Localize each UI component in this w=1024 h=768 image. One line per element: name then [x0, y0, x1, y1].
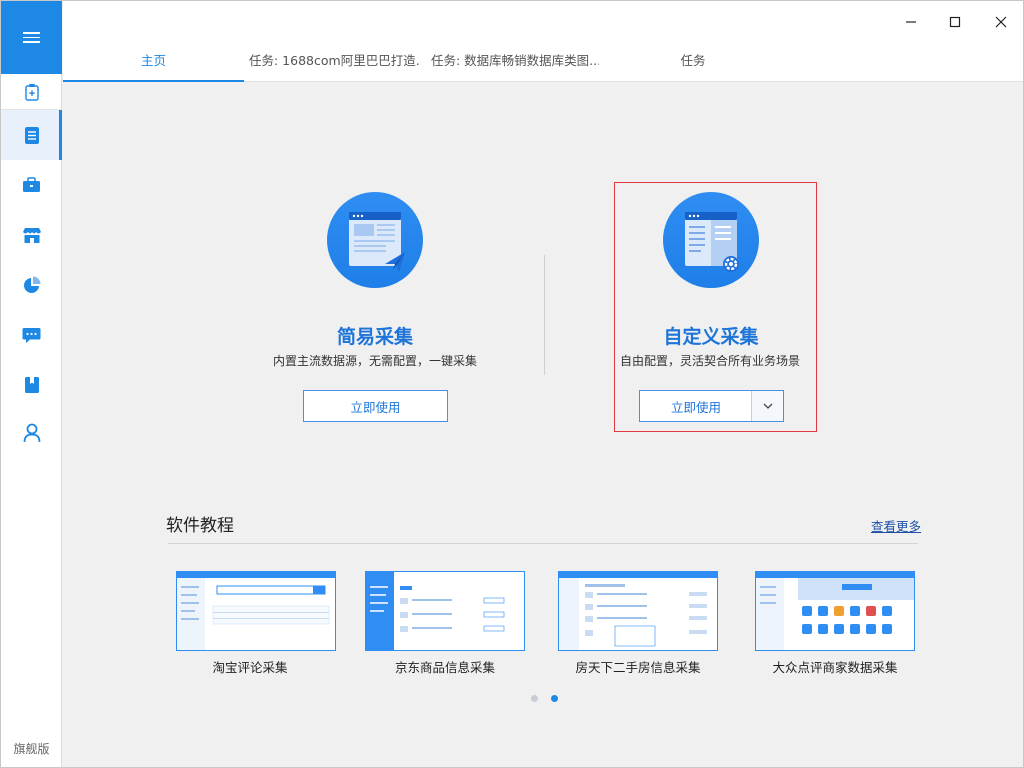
tutorial-thumbnail-fang[interactable]	[558, 571, 718, 651]
tutorial-screenshot-image	[559, 572, 717, 650]
tab-label: 任务: 1688com阿里巴巴打造...	[249, 53, 421, 68]
carousel-dot-2-active[interactable]	[551, 695, 558, 702]
tutorial-screenshot-image	[366, 572, 524, 650]
custom-collect-title: 自定义采集	[663, 326, 759, 348]
edition-label: 旗舰版	[13, 742, 50, 756]
tutorial-label-dianping[interactable]: 大众点评商家数据采集	[745, 657, 925, 676]
clipboard-plus-icon	[24, 83, 39, 101]
user-icon	[23, 423, 40, 443]
custom-collect-illustration	[663, 192, 759, 288]
sidebar-item-store[interactable]	[1, 210, 62, 260]
tutorials-heading: 软件教程	[166, 516, 234, 536]
button-label: 立即使用	[350, 399, 401, 415]
card-divider	[544, 255, 545, 375]
tab-label: 任务: 数据库畅销数据库类图...	[431, 53, 599, 68]
minimize-icon	[906, 21, 916, 23]
tutorials-more-link[interactable]: 查看更多	[871, 516, 921, 535]
custom-collect-dropdown-button[interactable]	[751, 391, 783, 421]
document-list-icon	[24, 126, 39, 144]
tutorial-thumbnail-dianping[interactable]	[755, 571, 915, 651]
tab-bar: 主页 任务: 1688com阿里巴巴打造... 任务: 数据库畅销数据库类图..…	[63, 44, 1023, 82]
sidebar-item-messages[interactable]	[1, 310, 62, 360]
button-label: 立即使用	[670, 399, 721, 415]
sidebar-item-account[interactable]	[1, 408, 62, 458]
hamburger-menu-button[interactable]	[1, 1, 62, 74]
tutorial-screenshot-image	[177, 572, 335, 650]
tab-home[interactable]: 主页	[63, 44, 244, 82]
tab-label: 任务	[680, 53, 706, 68]
simple-collect-title: 简易采集	[336, 326, 413, 348]
title-bar	[63, 1, 1023, 44]
custom-collect-subtitle: 自由配置，灵活契合所有业务场景	[619, 354, 800, 368]
sidebar: 旗舰版	[1, 1, 62, 767]
maximize-button[interactable]	[941, 9, 969, 35]
sidebar-item-toolbox[interactable]	[1, 160, 62, 210]
custom-collect-use-button[interactable]: 立即使用	[639, 390, 784, 422]
simple-collect-subtitle: 内置主流数据源，无需配置，一键采集	[272, 354, 477, 368]
tab-task-1688[interactable]: 任务: 1688com阿里巴巴打造...	[249, 44, 421, 82]
chat-bubble-icon	[22, 327, 41, 343]
book-icon	[24, 377, 39, 393]
sidebar-item-statistics[interactable]	[1, 260, 62, 310]
minimize-button[interactable]	[897, 9, 925, 35]
tutorial-label-fang[interactable]: 房天下二手房信息采集	[548, 657, 728, 676]
tab-task-database[interactable]: 任务: 数据库畅销数据库类图...	[431, 44, 599, 82]
simple-collect-illustration	[327, 192, 423, 288]
pie-chart-icon	[23, 276, 40, 293]
app-window: 主页 任务: 1688com阿里巴巴打造... 任务: 数据库畅销数据库类图..…	[0, 0, 1024, 768]
briefcase-icon	[23, 177, 40, 192]
tab-task[interactable]: 任务	[623, 44, 763, 82]
maximize-icon	[949, 16, 961, 28]
tutorial-thumbnail-jd[interactable]	[365, 571, 525, 651]
custom-collect-icon	[685, 212, 739, 272]
close-icon	[995, 16, 1007, 28]
simple-collect-icon	[349, 212, 405, 272]
tutorial-label-taobao[interactable]: 淘宝评论采集	[160, 657, 340, 676]
sidebar-item-tutorials[interactable]	[1, 360, 62, 410]
store-icon	[22, 227, 41, 243]
tutorials-divider	[168, 543, 918, 544]
sidebar-item-tasks[interactable]	[1, 110, 62, 160]
hamburger-icon	[23, 32, 40, 43]
tutorial-label-jd[interactable]: 京东商品信息采集	[355, 657, 535, 676]
chevron-down-icon	[763, 403, 772, 409]
simple-collect-use-button[interactable]: 立即使用	[303, 390, 448, 422]
sidebar-item-new-task[interactable]	[1, 74, 62, 109]
tutorial-thumbnail-taobao[interactable]	[176, 571, 336, 651]
carousel-dot-1[interactable]	[531, 695, 538, 702]
tab-label: 主页	[140, 53, 166, 68]
tutorial-screenshot-image	[756, 572, 914, 650]
close-button[interactable]	[987, 9, 1015, 35]
